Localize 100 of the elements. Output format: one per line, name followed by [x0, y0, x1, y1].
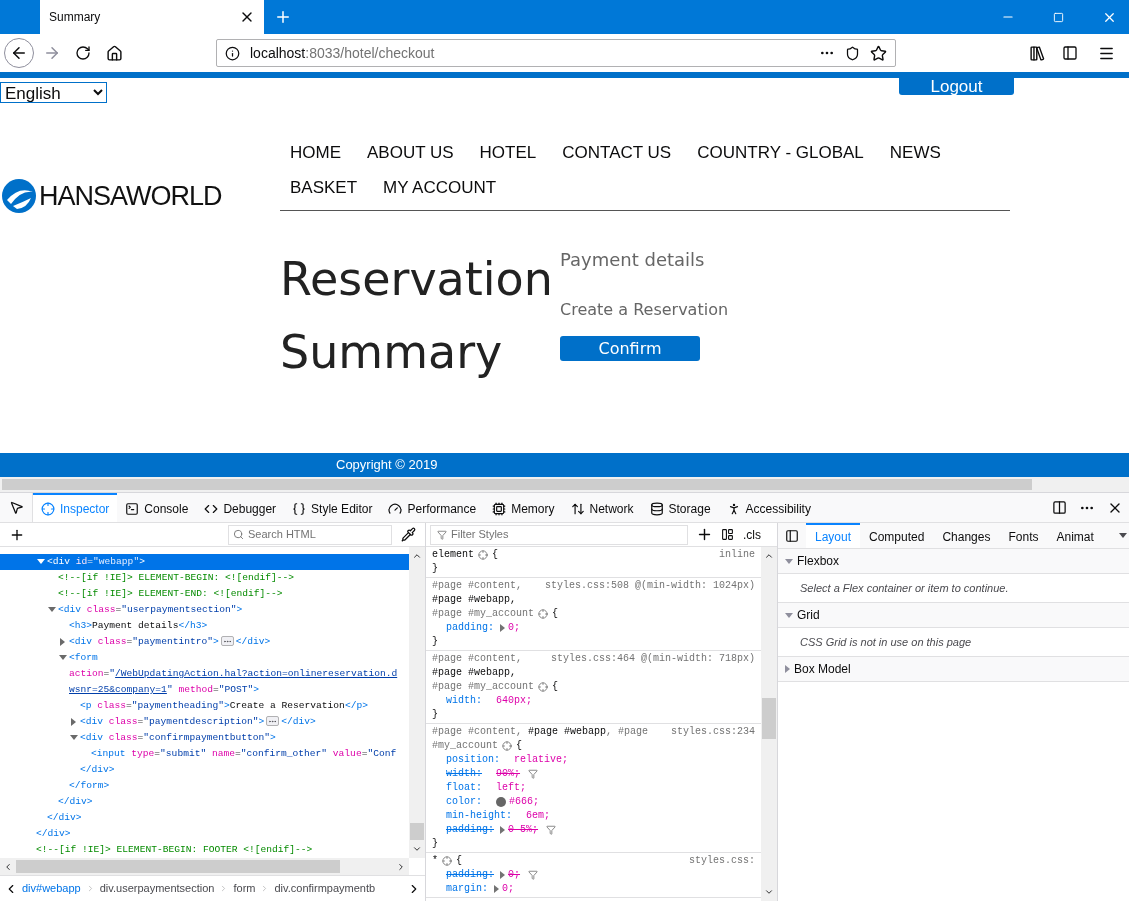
property-value[interactable]: left; — [496, 781, 527, 795]
filter-icon[interactable] — [528, 769, 539, 779]
filter-icon[interactable] — [528, 870, 539, 880]
property-value[interactable]: 6em; — [526, 809, 551, 823]
markup-line[interactable]: <div class="paymentintro"> </div> — [69, 634, 271, 650]
highlight-icon[interactable] — [538, 609, 549, 619]
sidebar-tab[interactable]: Changes — [933, 523, 1000, 548]
new-tab-icon[interactable] — [274, 8, 292, 26]
logout-button[interactable]: Logout — [899, 78, 1014, 95]
nav-link[interactable]: ABOUT US — [367, 141, 454, 176]
rule-source[interactable]: styles.css:234 — [671, 725, 755, 739]
devtools-tab[interactable]: Performance — [380, 493, 485, 522]
vertical-scrollbar[interactable] — [409, 547, 425, 858]
property-value[interactable]: 0; — [508, 621, 521, 635]
devtools-tab[interactable]: Network — [562, 493, 642, 522]
markup-line[interactable]: </div> — [36, 826, 71, 842]
markup-line[interactable]: <div class="userpaymentsection"> — [58, 602, 243, 618]
maximize-icon[interactable] — [1053, 11, 1064, 23]
twisty-icon[interactable] — [59, 655, 67, 660]
library-icon[interactable] — [1029, 44, 1046, 62]
devtools-tab[interactable]: Console — [117, 493, 197, 522]
highlight-icon[interactable] — [442, 856, 452, 866]
devtools-tab[interactable]: Accessibility — [718, 493, 819, 522]
filter-icon[interactable] — [546, 825, 557, 835]
expand-icon[interactable] — [500, 624, 505, 632]
markup-line[interactable]: <!--[if !IE]> ELEMENT-BEGIN: <![endif]--> — [58, 570, 295, 586]
property-name[interactable]: position: — [446, 753, 500, 767]
highlight-icon[interactable] — [502, 741, 512, 751]
expand-icon[interactable] — [500, 826, 505, 834]
confirm-button[interactable]: Confirm — [560, 336, 700, 361]
markup-line[interactable]: <input type="submit" name="confirm_other" value="Conf — [91, 746, 397, 762]
section-header[interactable]: Grid — [778, 603, 1129, 628]
devtools-tab[interactable]: Storage — [641, 493, 719, 522]
markup-line[interactable]: <form — [69, 650, 98, 666]
property-value[interactable]: #666; — [509, 795, 540, 809]
markup-line[interactable]: action="/WebUpdatingAction.hal?action=onlinereservation.d — [69, 666, 398, 682]
sidebar-tab[interactable]: Animat — [1047, 523, 1103, 548]
markup-line[interactable]: <p class="paymentheading">Create a Reservation</p> — [80, 698, 368, 714]
markup-line[interactable]: wsnr=25&company=1" method="POST"> — [69, 682, 260, 698]
breadcrumb[interactable]: div.userpaymentsection — [99, 880, 215, 897]
devtools-tab[interactable]: Memory — [484, 493, 563, 522]
breadcrumb[interactable]: div.confirmpaymentb — [274, 880, 376, 897]
twisty-icon[interactable] — [60, 638, 65, 646]
scrollbar-thumb[interactable] — [410, 823, 424, 840]
rule-source[interactable]: styles.css: — [689, 854, 755, 868]
property-value[interactable]: 0 5%; — [508, 823, 539, 837]
markup-line[interactable]: <!--[if !IE]> ELEMENT-END: <![endif]--> — [58, 586, 283, 602]
nav-link[interactable]: BASKET — [290, 175, 358, 210]
property-name[interactable]: padding: — [446, 621, 494, 635]
sidebar-tab[interactable]: Layout — [806, 523, 861, 548]
nav-link[interactable]: HOTEL — [479, 141, 537, 176]
twisty-icon[interactable] — [70, 735, 78, 740]
devtools-tab[interactable]: Inspector — [33, 493, 118, 522]
pseudo-class-icon[interactable] — [721, 528, 734, 541]
vertical-scrollbar[interactable] — [761, 547, 777, 901]
markup-line[interactable]: <div class="confirmpaymentbutton"> — [80, 730, 276, 746]
breadcrumb[interactable]: div#webapp — [22, 880, 81, 897]
scrollbar-thumb[interactable] — [762, 698, 776, 739]
property-value[interactable]: 640px; — [496, 694, 533, 708]
info-icon[interactable] — [225, 45, 240, 61]
property-name[interactable]: width: — [446, 694, 482, 708]
eyedropper-icon[interactable] — [401, 527, 416, 542]
scroll-up-icon[interactable] — [412, 551, 422, 561]
add-rule-icon[interactable] — [696, 526, 713, 543]
nav-link[interactable]: MY ACCOUNT — [383, 175, 497, 210]
scroll-down-icon[interactable] — [764, 887, 774, 897]
home-icon[interactable] — [106, 44, 123, 62]
section-header[interactable]: Box Model — [778, 657, 1129, 682]
property-name[interactable]: min-height: — [446, 809, 512, 823]
bookmark-star-icon[interactable] — [870, 44, 887, 62]
property-value[interactable]: 0; — [508, 868, 521, 882]
section-header[interactable]: Flexbox — [778, 549, 1129, 574]
highlight-icon[interactable] — [538, 682, 549, 692]
twisty-icon[interactable] — [71, 718, 76, 726]
ellipsis-badge-icon[interactable] — [220, 636, 234, 647]
markup-line[interactable]: <!--[if !IE]> ELEMENT-BEGIN: FOOTER <![endif]--> — [36, 842, 313, 858]
pick-element-icon[interactable] — [8, 500, 24, 515]
color-swatch[interactable] — [496, 797, 506, 807]
devtools-tab[interactable]: Style Editor — [284, 493, 381, 522]
property-name[interactable]: margin: — [446, 882, 488, 896]
reload-icon[interactable] — [75, 45, 91, 61]
dock-icon[interactable] — [1052, 500, 1067, 515]
scroll-down-icon[interactable] — [412, 844, 422, 854]
property-name[interactable]: float: — [446, 781, 482, 795]
address-bar[interactable]: localhost:8033/hotel/checkout — [216, 39, 896, 67]
language-select[interactable]: English — [0, 82, 107, 103]
ellipsis-badge-icon[interactable] — [266, 716, 280, 727]
highlight-icon[interactable] — [478, 550, 488, 560]
sidebar-tab[interactable]: Fonts — [999, 523, 1048, 548]
nav-link[interactable]: COUNTRY - GLOBAL — [697, 141, 864, 176]
property-name[interactable]: padding: — [446, 868, 494, 882]
markup-line[interactable]: <h3>Payment details</h3> — [69, 618, 208, 634]
cls-toggle[interactable]: .cls — [743, 525, 761, 544]
property-value[interactable]: relative; — [514, 753, 569, 767]
horizontal-scrollbar[interactable] — [0, 477, 1129, 492]
markup-line[interactable]: </div> — [58, 794, 93, 810]
property-value[interactable]: 90%; — [496, 767, 521, 781]
rule-source[interactable]: styles.css:464 @(min-width: 718px) — [550, 652, 755, 666]
toggle-pane-icon[interactable] — [785, 528, 799, 543]
property-name[interactable]: padding: — [446, 823, 494, 837]
